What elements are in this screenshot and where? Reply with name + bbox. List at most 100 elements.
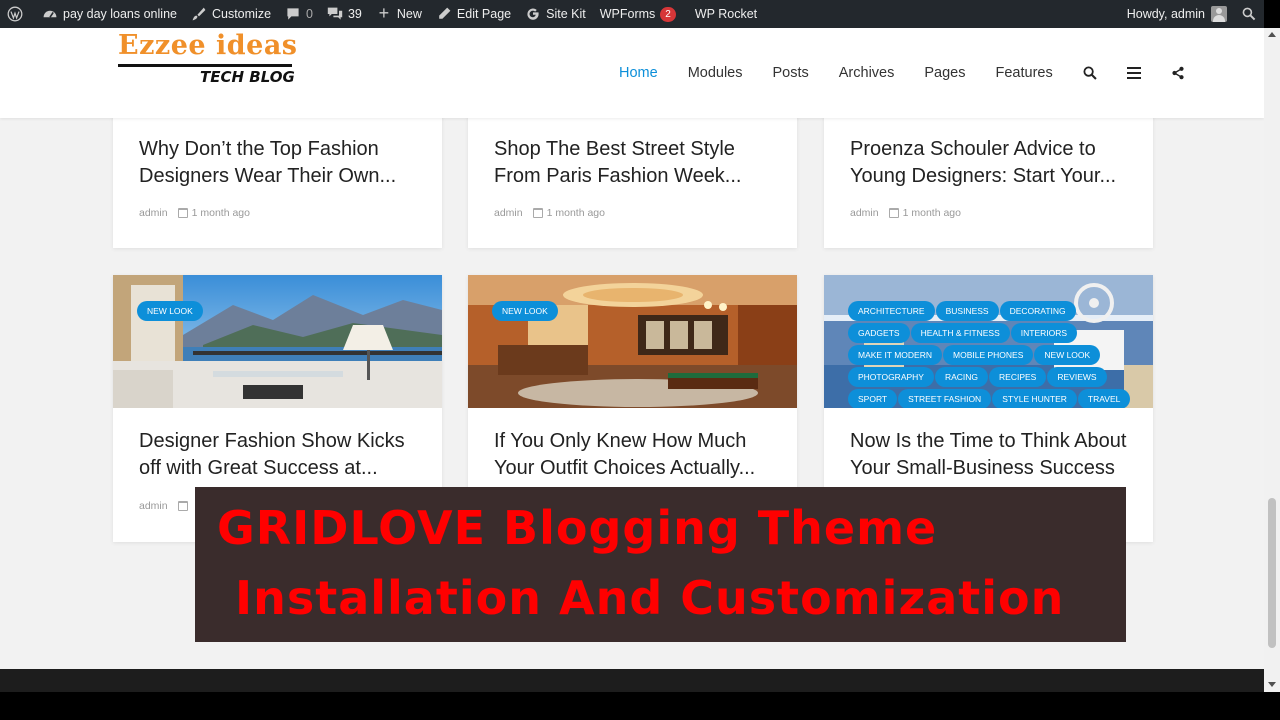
updates-count: 39 xyxy=(347,7,362,21)
post-title[interactable]: If You Only Knew How Much Your Outfit Ch… xyxy=(494,428,777,482)
wordpress-icon xyxy=(7,6,23,22)
video-letterbox-bottom xyxy=(0,692,1280,720)
new-content-menu[interactable]: + New xyxy=(369,0,429,28)
category-tags: ARCHITECTURE BUSINESS DECORATING GADGETS HEA… xyxy=(848,301,1138,408)
category-tag[interactable]: NEW LOOK xyxy=(137,301,203,321)
wp-rocket-menu[interactable]: WP Rocket xyxy=(683,0,764,28)
edit-page-link[interactable]: Edit Page xyxy=(429,0,518,28)
scroll-up-arrow-icon[interactable] xyxy=(1268,32,1276,37)
category-tag[interactable]: DECORATING xyxy=(999,301,1076,321)
logo-text-main: Ezzee ideas xyxy=(118,30,298,61)
category-tag[interactable]: BUSINESS xyxy=(935,301,999,321)
user-avatar-icon xyxy=(1211,6,1227,22)
post-title[interactable]: Designer Fashion Show Kicks off with Gre… xyxy=(139,428,422,482)
category-tag[interactable]: INTERIORS xyxy=(1010,323,1078,343)
search-button[interactable] xyxy=(1068,28,1112,118)
category-tag[interactable]: RECIPES xyxy=(989,367,1047,387)
post-title[interactable]: Proenza Schouler Advice to Young Designe… xyxy=(850,136,1133,190)
post-title[interactable]: Shop The Best Street Style From Paris Fa… xyxy=(494,136,777,190)
category-tag[interactable]: REVIEWS xyxy=(1047,367,1107,387)
customize-label: Customize xyxy=(211,7,272,21)
howdy-label: Howdy, admin xyxy=(1126,7,1205,21)
nav-item-posts[interactable]: Posts xyxy=(758,65,824,81)
nav-item-modules[interactable]: Modules xyxy=(673,65,758,81)
nav-item-home[interactable]: Home xyxy=(604,65,673,81)
edit-page-label: Edit Page xyxy=(456,7,512,21)
category-tag[interactable]: NEW LOOK xyxy=(1034,345,1101,365)
site-kit-label: Site Kit xyxy=(546,7,586,21)
google-g-icon xyxy=(527,8,539,20)
wp-admin-bar: pay day loans online Customize 0 39 + Ne… xyxy=(0,0,1264,28)
video-title-banner: GRIDLOVE Blogging Theme Installation And… xyxy=(195,487,1126,642)
updates-link[interactable]: 39 xyxy=(320,0,369,28)
nav-item-archives[interactable]: Archives xyxy=(824,65,910,81)
post-date: 1 month ago xyxy=(546,207,605,219)
hamburger-icon xyxy=(1126,67,1141,79)
wpforms-menu[interactable]: WPForms 2 xyxy=(593,0,683,28)
post-author[interactable]: admin xyxy=(850,207,879,219)
category-tag[interactable]: HEALTH & FITNESS xyxy=(910,323,1010,343)
post-thumbnail[interactable]: ARCHITECTURE BUSINESS DECORATING GADGETS HEA… xyxy=(824,275,1153,408)
customize-link[interactable]: Customize xyxy=(184,0,278,28)
post-thumbnail[interactable]: NEW LOOK xyxy=(113,275,442,408)
post-meta: admin xyxy=(139,500,192,512)
footer-strip xyxy=(0,669,1264,692)
post-title[interactable]: Why Don’t the Top Fashion Designers Wear… xyxy=(139,136,422,190)
vertical-scrollbar[interactable] xyxy=(1264,28,1280,692)
site-name-label: pay day loans online xyxy=(63,7,177,21)
category-tag[interactable]: GADGETS xyxy=(848,323,910,343)
site-logo[interactable]: Ezzee ideas TECH BLOG xyxy=(118,30,298,114)
my-account-menu[interactable]: Howdy, admin xyxy=(1120,0,1234,28)
scroll-down-arrow-icon[interactable] xyxy=(1268,682,1276,687)
wpforms-label: WPForms xyxy=(599,7,656,21)
pencil-icon xyxy=(439,7,451,19)
category-tag[interactable]: RACING xyxy=(934,367,989,387)
comments-stack-icon xyxy=(327,7,343,20)
banner-line-1: GRIDLOVE Blogging Theme xyxy=(217,501,938,555)
search-icon xyxy=(1242,7,1256,21)
dashboard-icon xyxy=(43,10,57,18)
post-meta: admin 1 month ago xyxy=(139,207,250,219)
post-meta: admin 1 month ago xyxy=(494,207,605,219)
category-tag[interactable]: MAKE IT MODERN xyxy=(848,345,942,365)
comments-link[interactable]: 0 xyxy=(278,0,320,28)
wpforms-notification-badge: 2 xyxy=(660,6,676,22)
site-name-menu[interactable]: pay day loans online xyxy=(35,0,184,28)
calendar-icon xyxy=(177,501,188,511)
wp-logo-menu[interactable] xyxy=(0,0,35,28)
scrollbar-thumb[interactable] xyxy=(1268,498,1276,648)
post-title[interactable]: Now Is the Time to Think About Your Smal… xyxy=(850,428,1133,482)
wp-rocket-label: WP Rocket xyxy=(694,7,758,21)
category-tag[interactable]: STREET FASHION xyxy=(898,389,992,408)
post-author[interactable]: admin xyxy=(494,207,523,219)
category-tag[interactable]: ARCHITECTURE xyxy=(848,301,935,321)
lake-terrace-image xyxy=(113,275,442,408)
calendar-icon xyxy=(177,208,188,218)
main-navigation: Home Modules Posts Archives Pages Featur… xyxy=(604,28,1200,118)
category-tag[interactable]: PHOTOGRAPHY xyxy=(848,367,934,387)
nav-item-pages[interactable]: Pages xyxy=(909,65,980,81)
screen: pay day loans online Customize 0 39 + Ne… xyxy=(0,0,1280,720)
logo-underline xyxy=(118,64,292,67)
category-tag[interactable]: MOBILE PHONES xyxy=(943,345,1034,365)
category-tags: NEW LOOK xyxy=(137,301,427,323)
post-author[interactable]: admin xyxy=(139,207,168,219)
post-author[interactable]: admin xyxy=(139,500,168,512)
hamburger-menu-button[interactable] xyxy=(1112,28,1156,118)
post-date: 1 month ago xyxy=(191,207,250,219)
category-tag[interactable]: STYLE HUNTER xyxy=(992,389,1077,408)
post-meta: admin 1 month ago xyxy=(850,207,961,219)
admin-search-button[interactable] xyxy=(1234,0,1264,28)
category-tag[interactable]: SPORT xyxy=(848,389,898,408)
post-thumbnail[interactable]: NEW LOOK xyxy=(468,275,797,408)
site-kit-menu[interactable]: Site Kit xyxy=(518,0,593,28)
site-header: Ezzee ideas TECH BLOG Home Modules Posts… xyxy=(0,28,1264,118)
category-tag[interactable]: TRAVEL xyxy=(1077,389,1131,408)
share-button[interactable] xyxy=(1156,28,1200,118)
category-tag[interactable]: NEW LOOK xyxy=(492,301,558,321)
plus-icon: + xyxy=(378,3,390,23)
nav-item-features[interactable]: Features xyxy=(981,65,1068,81)
banner-line-2: Installation And Customization xyxy=(235,571,1065,625)
share-icon xyxy=(1172,66,1184,80)
new-label: New xyxy=(396,7,422,21)
